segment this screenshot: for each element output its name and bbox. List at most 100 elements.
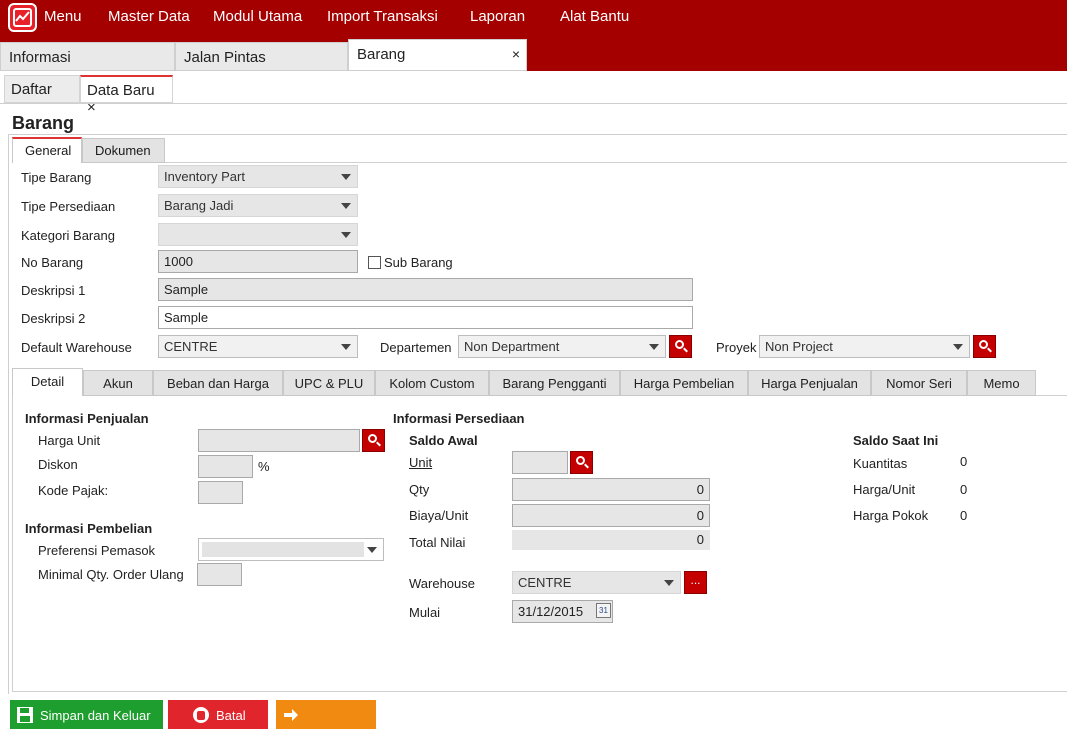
- diskon-input[interactable]: [198, 455, 253, 478]
- search-icon-handle: [683, 347, 688, 353]
- tab-label: Barang: [357, 46, 406, 63]
- save-icon: [16, 706, 34, 727]
- tab-detail[interactable]: Detail: [12, 368, 83, 396]
- qty-input[interactable]: 0: [512, 478, 710, 501]
- button-label: Batal: [216, 707, 246, 723]
- tab-memo[interactable]: Memo: [967, 370, 1036, 396]
- tab-nomor-seri[interactable]: Nomor Seri: [871, 370, 967, 396]
- simpan-dan-keluar-button[interactable]: Simpan dan Keluar: [10, 700, 163, 729]
- preferensi-pemasok-select[interactable]: [198, 538, 384, 561]
- tipe-barang-label: Tipe Barang: [21, 170, 92, 185]
- divider: [165, 162, 1067, 163]
- menu-item-master-data[interactable]: Master Data: [108, 8, 190, 25]
- warehouse-label: Warehouse: [409, 576, 475, 591]
- tab-barang-pengganti[interactable]: Barang Pengganti: [489, 370, 620, 396]
- batal-button[interactable]: Batal: [168, 700, 268, 729]
- warehouse-select[interactable]: CENTRE: [512, 571, 681, 594]
- divider: [0, 103, 1067, 104]
- chevron-down-icon: [341, 232, 351, 238]
- proyek-label: Proyek: [716, 340, 757, 355]
- tab-general[interactable]: General: [12, 137, 82, 163]
- sub-barang-label: Sub Barang: [384, 255, 453, 270]
- harga-pokok-value: 0: [960, 508, 968, 523]
- close-icon[interactable]: ×: [512, 46, 520, 62]
- percent-symbol: %: [258, 459, 270, 474]
- calendar-icon[interactable]: 31: [596, 603, 611, 618]
- default-warehouse-select[interactable]: CENTRE: [158, 335, 358, 358]
- informasi-persediaan-heading: Informasi Persediaan: [393, 411, 525, 426]
- tab-label: Informasi: [9, 49, 71, 66]
- unit-input[interactable]: [512, 451, 568, 474]
- proyek-select[interactable]: Non Project: [759, 335, 970, 358]
- harga-unit-current-value: 0: [960, 482, 968, 497]
- stop-hand-icon: [192, 706, 210, 727]
- informasi-penjualan-heading: Informasi Penjualan: [25, 411, 149, 426]
- select-value: Non Project: [765, 339, 833, 354]
- tipe-barang-select[interactable]: Inventory Part: [158, 165, 358, 188]
- harga-unit-search-button[interactable]: [362, 429, 385, 452]
- tab-akun[interactable]: Akun: [83, 370, 153, 396]
- menu-item-modul-utama[interactable]: Modul Utama: [213, 8, 302, 25]
- menu-item-menu[interactable]: Menu: [44, 8, 82, 25]
- sub-barang-checkbox[interactable]: [368, 256, 381, 269]
- selanjutnya-button[interactable]: Selanjutnya: [276, 700, 376, 742]
- tab-label: General: [25, 143, 72, 158]
- minimal-qty-input[interactable]: [197, 563, 242, 586]
- app-logo-icon[interactable]: [8, 3, 37, 32]
- saldo-awal-heading: Saldo Awal: [409, 433, 478, 448]
- menu-bar: Menu Master Data Modul Utama Import Tran…: [0, 0, 1067, 38]
- kode-pajak-label: Kode Pajak:: [38, 483, 109, 498]
- proyek-search-button[interactable]: [973, 335, 996, 358]
- search-icon-handle: [584, 463, 589, 469]
- tab-data-baru[interactable]: Data Baru ×: [80, 75, 173, 116]
- kategori-barang-label: Kategori Barang: [21, 228, 115, 243]
- tab-daftar[interactable]: Daftar: [4, 75, 80, 103]
- deskripsi-1-input[interactable]: Sample: [158, 278, 693, 301]
- tab-barang[interactable]: Barang ×: [348, 39, 527, 71]
- select-value-box: [202, 542, 364, 557]
- tipe-persediaan-select[interactable]: Barang Jadi: [158, 194, 358, 217]
- no-barang-label: No Barang: [21, 255, 84, 270]
- diskon-label: Diskon: [38, 457, 78, 472]
- informasi-pembelian-heading: Informasi Pembelian: [25, 521, 153, 536]
- deskripsi-1-label: Deskripsi 1: [21, 283, 86, 298]
- menu-item-import-transaksi[interactable]: Import Transaksi: [327, 8, 438, 25]
- departemen-search-button[interactable]: [669, 335, 692, 358]
- tab-harga-pembelian[interactable]: Harga Pembelian: [620, 370, 748, 396]
- saldo-saat-ini-heading: Saldo Saat Ini: [853, 433, 939, 448]
- button-label: Selanjutnya: [282, 727, 350, 742]
- menu-item-laporan[interactable]: Laporan: [470, 8, 525, 25]
- chevron-down-icon: [341, 174, 351, 180]
- deskripsi-2-input[interactable]: Sample: [158, 306, 693, 329]
- tab-jalan-pintas[interactable]: Jalan Pintas: [175, 42, 348, 71]
- warehouse-browse-button[interactable]: ...: [684, 571, 707, 594]
- select-value: CENTRE: [518, 575, 572, 590]
- kode-pajak-input[interactable]: [198, 481, 243, 504]
- close-icon[interactable]: ×: [87, 99, 96, 116]
- chevron-down-icon: [341, 203, 351, 209]
- tab-beban-dan-harga[interactable]: Beban dan Harga: [153, 370, 283, 396]
- divider: [8, 134, 1067, 135]
- minimal-qty-label: Minimal Qty. Order Ulang: [38, 567, 184, 582]
- preferensi-pemasok-label: Preferensi Pemasok: [38, 543, 156, 558]
- deskripsi-2-label: Deskripsi 2: [21, 311, 86, 326]
- biaya-unit-input[interactable]: 0: [512, 504, 710, 527]
- total-nilai-label: Total Nilai: [409, 535, 466, 550]
- default-warehouse-label: Default Warehouse: [21, 340, 132, 355]
- tab-informasi[interactable]: Informasi: [0, 42, 175, 71]
- unit-label[interactable]: Unit: [409, 455, 432, 470]
- no-barang-input[interactable]: 1000: [158, 250, 358, 273]
- unit-search-button[interactable]: [570, 451, 593, 474]
- harga-unit-input[interactable]: [198, 429, 360, 452]
- menu-item-alat-bantu[interactable]: Alat Bantu: [560, 8, 629, 25]
- page-title: Barang: [12, 113, 75, 133]
- panel-left-border: [12, 396, 13, 691]
- departemen-select[interactable]: Non Department: [458, 335, 666, 358]
- tab-harga-penjualan[interactable]: Harga Penjualan: [748, 370, 871, 396]
- search-icon-handle: [376, 441, 381, 447]
- harga-unit-label: Harga Unit: [38, 433, 101, 448]
- tab-kolom-custom[interactable]: Kolom Custom: [375, 370, 489, 396]
- kategori-barang-select[interactable]: [158, 223, 358, 246]
- tab-upc-plu[interactable]: UPC & PLU: [283, 370, 375, 396]
- tab-dokumen[interactable]: Dokumen: [82, 138, 165, 163]
